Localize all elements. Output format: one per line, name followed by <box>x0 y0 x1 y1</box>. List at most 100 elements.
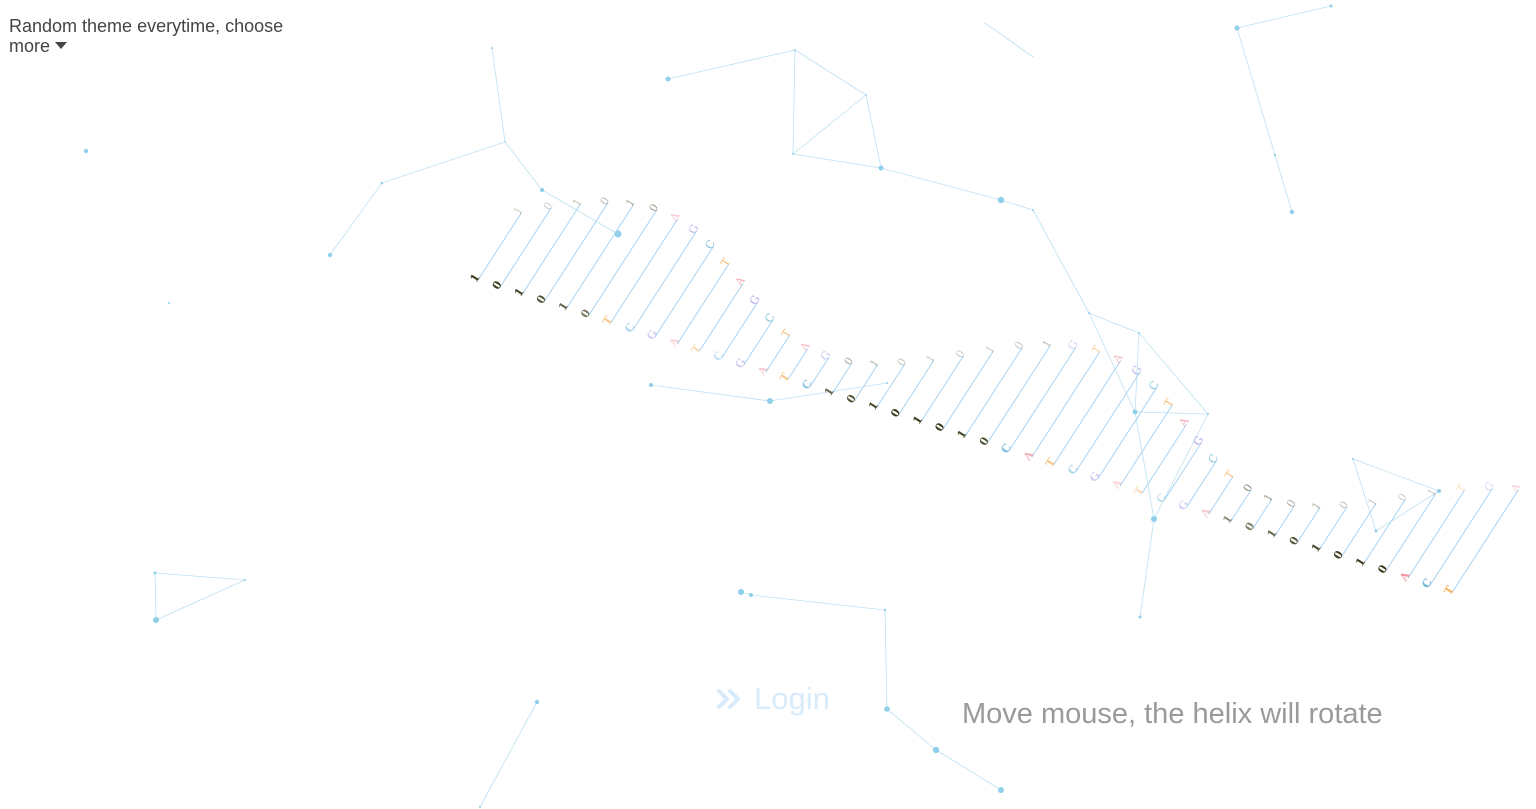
helix-rung <box>1385 494 1436 572</box>
login-link[interactable]: Login <box>716 681 830 717</box>
helix-base-back: A <box>1110 351 1126 366</box>
caret-down-icon <box>55 42 68 49</box>
helix-rung <box>1163 442 1202 501</box>
helix-rung <box>499 207 552 288</box>
helix-rung <box>654 246 714 338</box>
helix-rung <box>1097 387 1158 480</box>
helix-base-back: G <box>1129 363 1145 377</box>
helix-base-front: A <box>666 335 682 350</box>
helix-base-front: C <box>1065 462 1081 477</box>
helix-base-back: 0 <box>1337 499 1352 512</box>
helix-base-front: 1 <box>1309 541 1324 554</box>
helix-rung <box>699 282 744 352</box>
helix-base-back: A <box>1176 414 1192 429</box>
helix-base-back: A <box>667 209 683 224</box>
helix-base-back: T <box>1162 396 1177 410</box>
helix-rung <box>721 301 759 359</box>
helix-base-back: G <box>686 222 702 236</box>
helix-rung <box>831 362 853 394</box>
helix-base-front: T <box>777 370 793 385</box>
helix-base-back: 0 <box>1284 497 1299 510</box>
helix-base-front: C <box>1154 491 1170 506</box>
helix-base-back: T <box>1089 343 1104 357</box>
helix-rung <box>521 204 581 295</box>
helix-base-front: 1 <box>1353 555 1368 568</box>
helix-base-back: T <box>779 327 794 341</box>
helix-base-front: 0 <box>1375 562 1390 576</box>
helix-base-back: G <box>747 293 763 307</box>
helix-base-front: C <box>1419 576 1435 591</box>
theme-selector-more: more <box>9 36 51 56</box>
theme-selector[interactable]: Random theme everytime, choose more <box>9 16 299 56</box>
helix-base-front: G <box>644 328 660 343</box>
helix-rung <box>1186 460 1217 508</box>
helix-base-back: 0 <box>894 356 909 369</box>
helix-rung <box>632 230 697 330</box>
helix-rung <box>1230 489 1252 522</box>
helix-base-front: A <box>1020 448 1036 463</box>
helix-base-back: 1 <box>511 204 526 217</box>
helix-rung <box>1407 490 1465 579</box>
helix-base-back: 0 <box>1012 339 1027 352</box>
helix-base-back: 1 <box>923 352 938 365</box>
rotate-hint: Move mouse, the helix will rotate <box>962 698 1383 730</box>
helix-base-front: C <box>799 377 815 392</box>
helix-base-back: 1 <box>1040 338 1055 351</box>
helix-base-back: G <box>1482 480 1498 494</box>
helix-base-back: C <box>1206 452 1221 466</box>
helix-rung <box>1008 346 1077 451</box>
helix-rung <box>1318 506 1348 551</box>
helix-base-back: G <box>1065 338 1081 352</box>
helix-base-front: 0 <box>534 292 549 306</box>
helix-base-front: T <box>1132 484 1148 499</box>
helix-base-front: T <box>600 313 616 328</box>
helix-rung <box>743 319 774 366</box>
helix-base-back: A <box>1507 480 1523 495</box>
helix-base-back: 0 <box>541 200 556 213</box>
helix-base-back: 1 <box>1425 486 1440 499</box>
helix-base-front: 0 <box>490 278 505 292</box>
helix-base-back: A <box>732 274 748 289</box>
helix-rung <box>676 263 730 345</box>
helix-base-front: G <box>1176 498 1192 513</box>
helix-base-back: 0 <box>953 348 968 361</box>
helix-base-back: C <box>1146 379 1161 393</box>
helix-rung <box>986 345 1051 444</box>
helix-rung <box>1363 499 1406 565</box>
helix-rung <box>1208 476 1234 515</box>
helix-base-front: 0 <box>977 434 992 448</box>
helix-rung <box>1252 499 1272 529</box>
helix-rung <box>1075 372 1141 472</box>
helix-base-front: 1 <box>822 385 837 398</box>
helix-base-front: C <box>999 441 1015 456</box>
helix-rung <box>1296 507 1321 543</box>
helix-base-front: 1 <box>955 428 970 441</box>
helix-base-front: G <box>733 356 749 371</box>
helix-rung <box>876 363 906 409</box>
helix-rung <box>1031 351 1101 458</box>
helix-rung <box>544 202 609 302</box>
helix-base-back: G <box>1190 434 1206 448</box>
helix-base-front: A <box>1397 569 1413 584</box>
helix-base-front: 1 <box>1265 527 1280 540</box>
theme-selector-label: Random theme everytime, choose <box>9 16 284 36</box>
helix-base-back: T <box>1222 468 1237 482</box>
helix-base-front: 0 <box>932 420 947 434</box>
animated-stage[interactable]: 110011001100TACGGCATTACGGCATTACG10011001… <box>0 0 1536 809</box>
helix-base-back: 1 <box>1309 500 1324 513</box>
helix-base-front: 0 <box>1242 520 1257 534</box>
helix-base-back: T <box>1454 482 1469 496</box>
helix-base-front: A <box>1109 477 1125 492</box>
helix-base-back: C <box>762 311 777 325</box>
helix-base-back: 1 <box>623 196 638 209</box>
helix-base-front: 1 <box>866 399 881 412</box>
helix-rung <box>1119 404 1173 487</box>
helix-base-back: 1 <box>983 343 998 356</box>
helix-base-back: 0 <box>597 195 612 208</box>
helix-base-front: 0 <box>1287 534 1302 548</box>
helix-base-back: 0 <box>1395 491 1410 504</box>
helix-rung <box>1451 489 1519 593</box>
helix-base-back: 0 <box>1241 482 1256 495</box>
helix-rung <box>477 212 522 281</box>
helix-base-front: 1 <box>910 413 925 426</box>
